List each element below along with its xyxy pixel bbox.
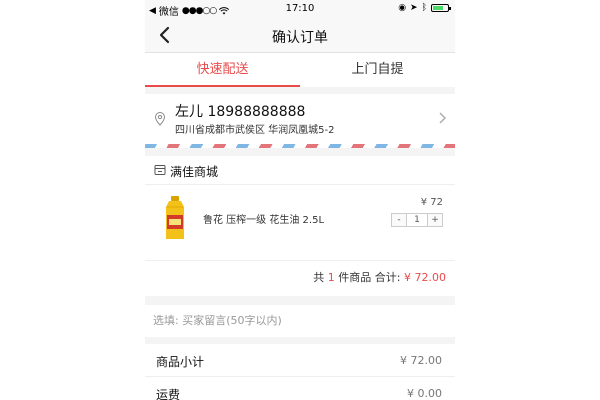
store-icon <box>154 165 166 175</box>
chevron-right-icon <box>439 112 446 124</box>
tab-self-pickup[interactable]: 上门自提 <box>300 53 455 87</box>
shop-header: 满佳商城 <box>145 156 455 185</box>
location-pin-icon <box>154 112 166 126</box>
summary-count: 1 <box>327 271 335 284</box>
subtotal-value: ¥ 72.00 <box>400 354 442 367</box>
address-card[interactable]: 左儿 18988888888 四川省成都市武侯区 华润凤凰城5-2 <box>145 94 455 148</box>
delivery-tabs: 快速配送 上门自提 <box>145 53 455 87</box>
increase-button[interactable]: + <box>428 214 442 226</box>
location-icon: ➤ <box>410 3 418 13</box>
subtotal-row: 商品小计 ¥ 72.00 <box>145 344 455 377</box>
quantity-input[interactable]: 1 <box>406 214 428 226</box>
quantity-stepper: - 1 + <box>391 213 443 227</box>
shipping-row: 运费 ¥ 0.00 <box>145 377 455 400</box>
page-title: 确认订单 <box>272 30 328 46</box>
address-detail: 四川省成都市武侯区 华润凤凰城5-2 <box>175 125 335 136</box>
buyer-message-input[interactable]: 选填: 买家留言(50字以内) <box>145 305 455 337</box>
shop-name: 满佳商城 <box>170 165 219 179</box>
status-bar: ◀ 微信 ●●●○○ 17:10 ◉ ➤ ᛒ <box>145 0 455 18</box>
status-right: ◉ ➤ ᛒ <box>398 3 451 13</box>
product-item: 鲁花 压榨一级 花生油 2.5L ¥ 72 - 1 + <box>145 185 455 260</box>
shop-section: 满佳商城 鲁花 压榨一级 花生油 2.5L ¥ 72 - 1 + 共 1 件商品… <box>145 156 455 296</box>
recipient-name-phone: 左儿 18988888888 <box>175 104 306 120</box>
rotation-lock-icon: ◉ <box>398 3 407 13</box>
shipping-label: 运费 <box>156 388 181 400</box>
subtotal-label: 商品小计 <box>156 355 205 369</box>
tab-express-delivery[interactable]: 快速配送 <box>145 53 300 87</box>
summary-middle: 件商品 合计: <box>338 271 401 284</box>
product-name: 鲁花 压榨一级 花生油 2.5L <box>203 215 325 226</box>
nav-bar: 确认订单 <box>145 18 455 53</box>
decrease-button[interactable]: - <box>392 214 406 226</box>
bluetooth-icon: ᛒ <box>421 3 427 13</box>
product-image[interactable] <box>162 195 188 241</box>
order-summary: 共 1 件商品 合计: ¥ 72.00 <box>145 260 455 296</box>
airmail-divider <box>145 144 455 148</box>
summary-prefix: 共 <box>313 271 325 284</box>
totals-section: 商品小计 ¥ 72.00 运费 ¥ 0.00 <box>145 344 455 400</box>
shipping-value: ¥ 0.00 <box>407 387 442 400</box>
summary-total: ¥ 72.00 <box>404 271 446 284</box>
product-price: ¥ 72 <box>420 197 443 208</box>
battery-icon <box>431 4 451 12</box>
app-screen: ◀ 微信 ●●●○○ 17:10 ◉ ➤ ᛒ 确认订单 快速配送 上门自提 左儿… <box>145 0 455 400</box>
